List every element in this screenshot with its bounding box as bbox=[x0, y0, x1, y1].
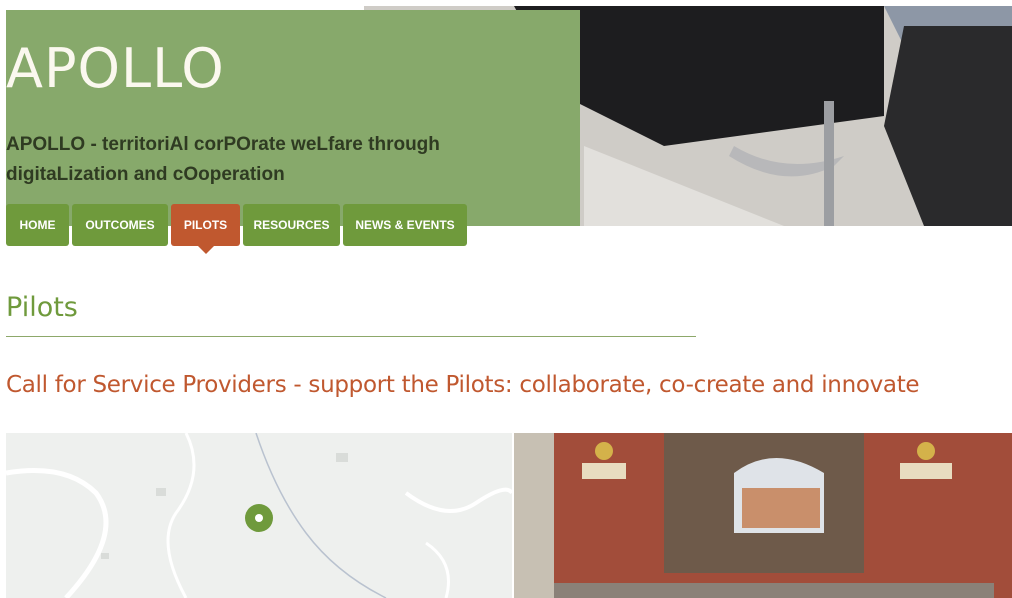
title-divider bbox=[6, 336, 696, 337]
map-pin-icon[interactable] bbox=[245, 504, 273, 532]
group-photo bbox=[514, 433, 1012, 598]
site-subtitle: APOLLO - territoriAl corPOrate weLfare t… bbox=[6, 134, 440, 185]
nav-outcomes[interactable]: OUTCOMES bbox=[72, 204, 168, 246]
group-photo-illustration bbox=[514, 433, 1012, 598]
nav-news-events[interactable]: NEWS & EVENTS bbox=[343, 204, 467, 246]
page-title: Pilots bbox=[6, 292, 78, 323]
nav-home[interactable]: HOME bbox=[6, 204, 69, 246]
nav-pilots[interactable]: PILOTS bbox=[171, 204, 240, 254]
nav-resources[interactable]: RESOURCES bbox=[243, 204, 340, 246]
site-title[interactable]: APOLLO bbox=[6, 42, 225, 96]
article-title-link[interactable]: Call for Service Providers - support the… bbox=[6, 372, 920, 398]
